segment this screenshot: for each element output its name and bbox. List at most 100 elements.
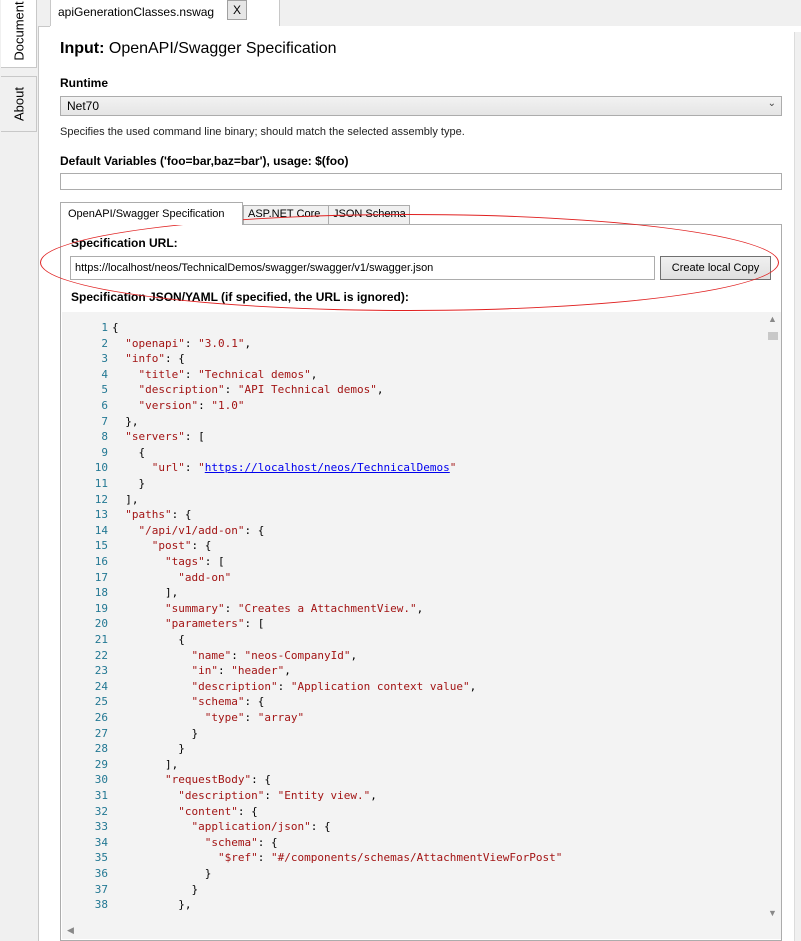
code-line: 17 "add-on" [62,570,231,586]
side-tab-about[interactable]: About [1,76,37,132]
code-line: 31 "description": "Entity view.", [62,788,377,804]
code-line: 12 ], [62,492,139,508]
code-line: 20 "parameters": [ [62,616,265,632]
line-number: 19 [94,601,108,615]
default-variables-label: Default Variables ('foo=bar,baz=bar'), u… [60,154,349,168]
file-tab-label: apiGenerationClasses.nswag [58,5,215,19]
code-line: 38 }, [62,897,192,913]
code-text: "version": "1.0" [138,399,245,412]
json-editor[interactable]: 1{2 "openapi": "3.0.1", 3 "info": {4 "tit… [62,312,781,939]
line-number: 2 [101,336,108,350]
tab-openapi-swagger[interactable]: OpenAPI/Swagger Specification [60,202,243,225]
line-number: 12 [94,492,108,506]
spec-url-value: https://localhost/neos/TechnicalDemos/sw… [75,262,434,274]
code-text: } [112,742,185,756]
page-title: Input: OpenAPI/Swagger Specification [60,40,337,58]
code-line: 33 "application/json": { [62,819,331,835]
code-text: ], [112,586,179,600]
code-line: 8 "servers": [ [62,429,205,445]
code-text: "openapi": "3.0.1", [125,336,252,350]
code-text: ], [112,492,139,506]
line-number: 17 [94,570,108,584]
line-number: 10 [94,461,108,475]
code-line: 13 "paths": { [62,507,192,523]
code-text: } [112,882,199,896]
code-line: 32 "content": { [62,804,258,820]
line-number: 33 [94,820,108,834]
code-text: { [112,445,146,459]
code-text: }, [112,898,192,912]
code-text: "post": { [151,539,212,553]
code-line: 24 "description": "Application context v… [62,679,477,695]
spec-url-input[interactable]: https://localhost/neos/TechnicalDemos/sw… [70,256,655,280]
side-tab-documents-label: Document [11,1,26,61]
editor-vertical-scrollbar[interactable]: ▲ ▼ [764,312,781,923]
file-tab[interactable]: apiGenerationClasses.nswag X [50,0,280,26]
code-text: "requestBody": { [164,773,271,787]
code-text: } [112,726,199,740]
line-number: 24 [94,679,108,693]
line-number: 23 [94,664,108,678]
code-text: "info": { [125,352,185,366]
code-line: 10 "url": "https://localhost/neos/Techni… [62,460,457,476]
line-number: 4 [101,367,108,381]
line-number: 14 [94,523,108,537]
line-number: 6 [101,399,108,412]
create-local-copy-button[interactable]: Create local Copy [660,256,771,280]
line-number: 3 [101,352,108,366]
code-line: 7 }, [62,414,138,430]
code-line: 26 "type": "array" [62,710,304,726]
code-text: "schema": { [204,835,278,849]
scroll-up-icon[interactable]: ▲ [768,314,777,324]
document-tab-strip: apiGenerationClasses.nswag X [38,0,801,27]
code-text: "type": "array" [204,711,305,724]
tab-aspnet-core[interactable]: ASP.NET Core [243,205,329,224]
code-text: "servers": [ [125,430,205,444]
code-text: "$ref": "#/components/schemas/Attachment… [217,851,563,865]
code-line: 29 ], [62,757,178,773]
code-line: 36 } [62,866,212,882]
code-text: "description": "API Technical demos", [138,383,384,397]
spec-tabs: OpenAPI/Swagger Specification ASP.NET Co… [60,202,782,225]
main-panel: Input: OpenAPI/Swagger Specification Run… [50,26,801,941]
code-line: 6 "version": "1.0" [62,398,244,414]
scroll-left-icon[interactable]: ◀ [67,925,74,936]
default-variables-input[interactable] [60,173,782,190]
code-text: "tags": [ [164,555,225,568]
code-line: 30 "requestBody": { [62,772,271,788]
code-text: "description": "Entity view.", [178,789,377,802]
line-number: 22 [94,648,108,662]
code-line: 2 "openapi": "3.0.1", [62,336,251,352]
line-number: 38 [94,898,108,912]
panel-scrollbar[interactable] [794,32,801,941]
close-tab-button[interactable]: X [227,0,247,20]
code-text: "in": "header", [191,664,291,678]
code-lines: 1{2 "openapi": "3.0.1", 3 "info": {4 "tit… [62,312,762,924]
code-text: ], [112,757,179,771]
code-line: 11 } [62,476,145,492]
line-number: 25 [94,695,108,709]
code-text: "content": { [178,804,258,818]
code-line: 15 "post": { [62,538,212,554]
line-number: 1 [101,321,108,334]
runtime-label: Runtime [60,76,108,90]
spec-json-label: Specification JSON/YAML (if specified, t… [71,290,409,304]
scrollbar-thumb[interactable] [768,332,778,340]
code-line: 19 "summary": "Creates a AttachmentView.… [62,601,424,617]
chevron-down-icon: ⌄ [767,98,776,109]
side-tab-documents[interactable]: Document [1,0,37,68]
code-line: 1{ [62,320,118,336]
side-tab-rail: Document About [0,0,39,941]
page-title-bold: Input: [60,40,105,57]
code-line: 28 } [62,741,185,757]
code-text: "/api/v1/add-on": { [138,523,265,537]
runtime-select[interactable]: Net70 ⌄ [60,96,782,116]
code-line: 4 "title": "Technical demos", [62,367,317,383]
tab-json-schema[interactable]: JSON Schema [328,205,410,224]
code-text: "schema": { [191,695,265,709]
line-number: 5 [101,383,108,397]
scroll-down-icon[interactable]: ▼ [768,908,777,918]
line-number: 21 [94,633,108,646]
editor-horizontal-scrollbar[interactable]: ◀ [62,923,764,939]
code-line: 18 ], [62,585,178,601]
